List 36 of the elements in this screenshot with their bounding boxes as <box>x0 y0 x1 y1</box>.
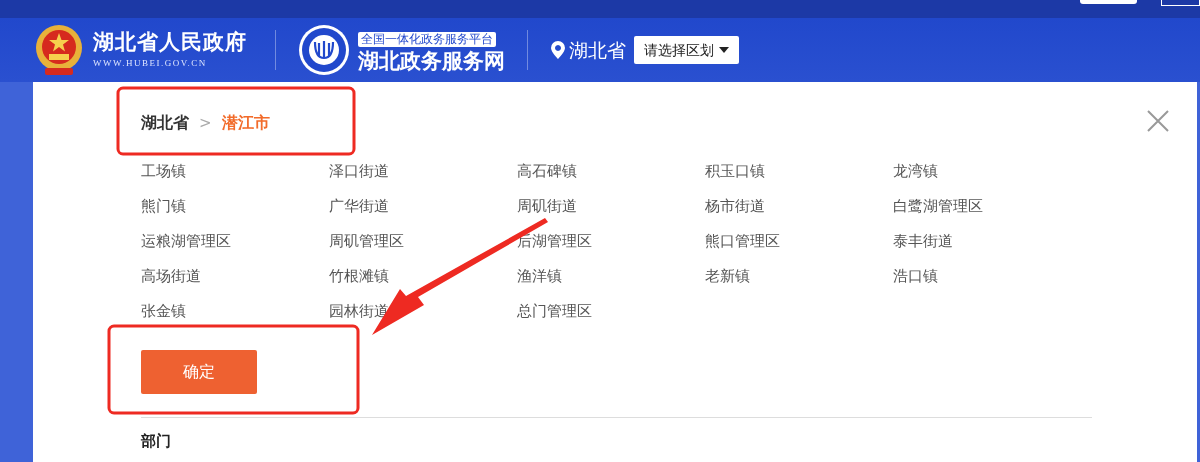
town-link[interactable]: 高场街道 <box>141 267 201 285</box>
platform-title[interactable]: 湖北政务服务网 <box>358 50 505 74</box>
town-link[interactable]: 工场镇 <box>141 162 186 180</box>
town-link[interactable]: 张金镇 <box>141 302 186 320</box>
town-link[interactable]: 熊门镇 <box>141 197 186 215</box>
breadcrumb-item[interactable]: 湖北省 <box>141 111 189 135</box>
town-link[interactable]: 竹根滩镇 <box>329 267 389 285</box>
site-title[interactable]: 湖北省人民政府 <box>93 32 247 53</box>
close-icon[interactable] <box>1147 110 1169 132</box>
town-link[interactable]: 周矶街道 <box>517 197 577 215</box>
town-link[interactable]: 杨市街道 <box>705 197 765 215</box>
breadcrumb-separator: > <box>199 112 212 134</box>
town-link[interactable]: 渔洋镇 <box>517 267 562 285</box>
town-link[interactable]: 浩口镇 <box>893 267 938 285</box>
region-dropdown[interactable]: 请选择区划 <box>634 36 739 64</box>
cut-off-button[interactable] <box>1161 0 1200 6</box>
town-link[interactable]: 积玉口镇 <box>705 162 765 180</box>
town-link[interactable]: 广华街道 <box>329 197 389 215</box>
town-link[interactable]: 老新镇 <box>705 267 750 285</box>
town-link[interactable]: 泽口街道 <box>329 162 389 180</box>
town-link[interactable]: 总门管理区 <box>517 302 592 320</box>
town-link[interactable]: 高石碑镇 <box>517 162 577 180</box>
town-link[interactable]: 龙湾镇 <box>893 162 938 180</box>
town-link[interactable]: 运粮湖管理区 <box>141 232 231 250</box>
site-url: WWW.HUBEI.GOV.CN <box>93 59 208 68</box>
section-title: 部门 <box>141 431 172 452</box>
location-pin-icon <box>551 41 565 59</box>
town-link[interactable]: 周矶管理区 <box>329 232 404 250</box>
town-link[interactable]: 白鹭湖管理区 <box>893 197 983 215</box>
town-link[interactable]: 熊口管理区 <box>705 232 780 250</box>
caret-icon <box>719 47 729 53</box>
current-location: 湖北省 <box>569 37 626 63</box>
town-link[interactable]: 泰丰街道 <box>893 232 953 250</box>
lyre-logo-icon <box>298 24 350 76</box>
platform-tagline: 全国一体化政务服务平台 <box>358 32 496 48</box>
emblem-icon <box>33 24 85 76</box>
